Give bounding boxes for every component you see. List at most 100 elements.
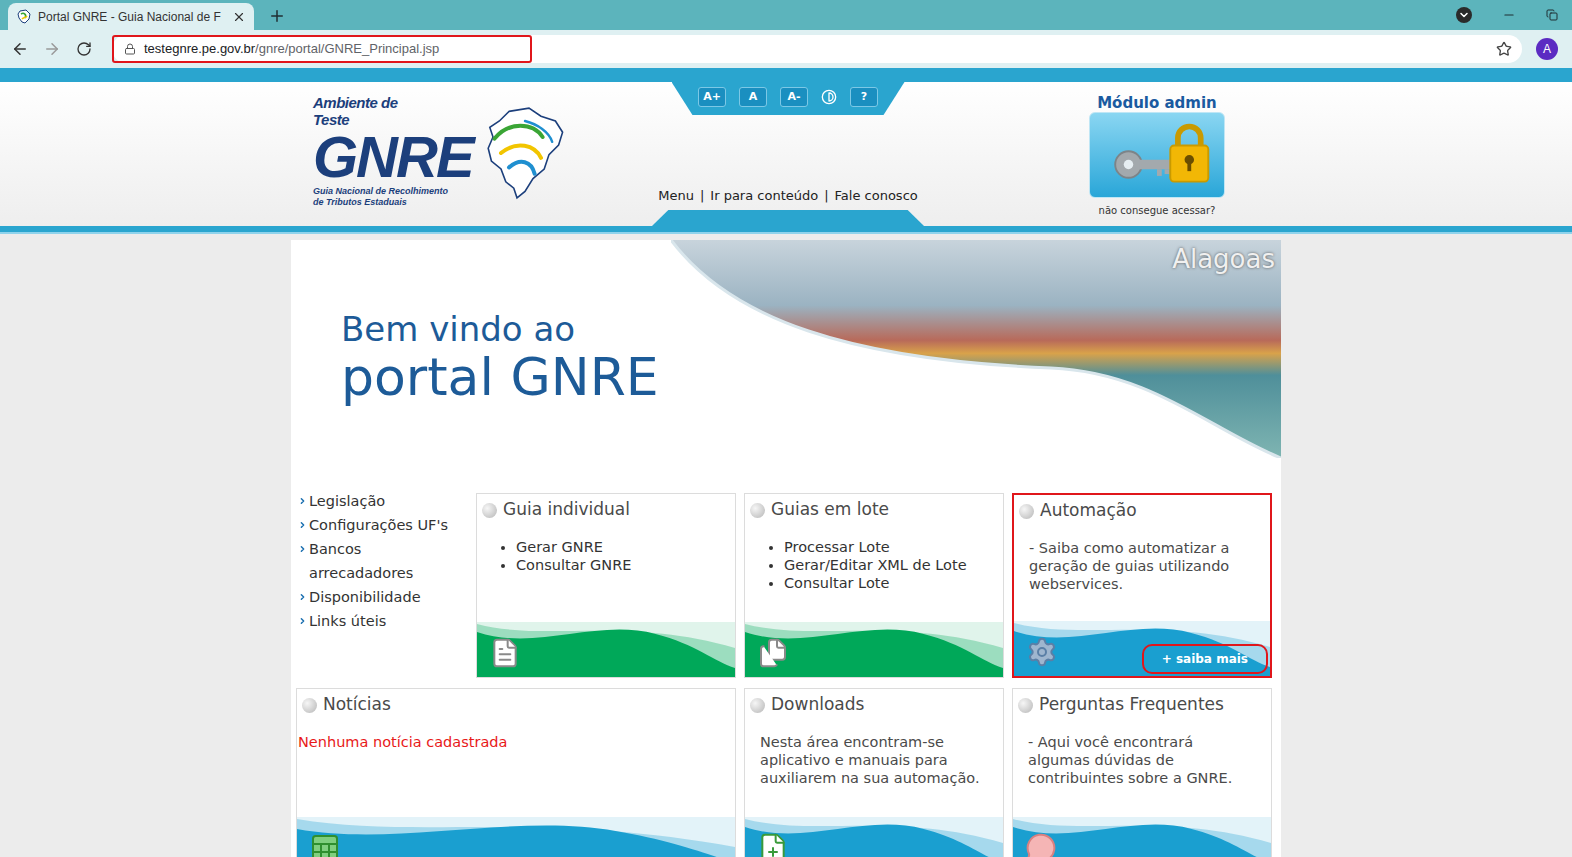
card-title: Automação [1014,495,1270,527]
sidebar: LegislaçãoConfigurações UF'sBancos arrec… [296,489,468,633]
card-links: Processar LoteGerar/Editar XML de LoteCo… [745,526,1003,592]
main-container: Bem vindo aoportal GNREAlagoas Legislação… [291,240,1281,857]
card-body: Processar LoteGerar/Editar XML de LoteCo… [745,526,1003,622]
card-icon [1025,830,1057,857]
card-text: Nesta área encontram-se aplicativo e man… [745,721,1003,787]
card-title: Guias em lote [745,494,1003,526]
key-lock-icon [1097,117,1217,193]
banner: Bem vindo aoportal GNREAlagoas [291,240,1281,458]
help-button[interactable]: ? [850,87,878,107]
sidebar-item[interactable]: Disponibilidade [298,585,468,609]
card-icon [757,635,789,671]
font-size-button[interactable]: A [739,87,767,107]
chevron-icon [298,592,307,602]
restore-icon[interactable] [1546,9,1558,21]
wave-decoration [297,817,735,857]
contrast-icon[interactable] [821,89,837,105]
chevron-icon [298,616,307,626]
address-bar: testegnre.pe.gov.br/gnre/portal/GNRE_Pri… [0,30,1572,68]
font-size-button[interactable]: A+ [698,87,726,107]
nav-separator: | [700,188,704,204]
brazil-map-icon [485,94,565,212]
card-icon [757,830,789,857]
sidebar-item[interactable]: Configurações UF's [298,513,468,537]
card: Automação- Saiba como automatizar a gera… [1012,493,1272,678]
close-tab-icon[interactable] [232,10,246,24]
site-header: Ambiente deTesteGNREGuia Nacional de Rec… [0,82,1572,226]
card: Guia individualGerar GNREConsultar GNRE [476,493,736,678]
nav-link[interactable]: Ir para conteúdo [710,188,818,204]
sidebar-item[interactable]: Legislação [298,489,468,513]
card-body: Gerar GNREConsultar GNRE [477,526,735,622]
bookmark-star-icon[interactable] [1496,41,1512,57]
minimize-icon[interactable] [1502,8,1516,22]
font-size-button[interactable]: A- [780,87,808,107]
card-footer [745,817,1003,857]
lock-icon [124,43,136,55]
content: LegislaçãoConfigurações UF'sBancos arrec… [291,458,1281,857]
profile-avatar[interactable]: A [1536,38,1558,60]
card: DownloadsNesta área encontram-se aplicat… [744,688,1004,857]
omnibox[interactable]: testegnre.pe.gov.br/gnre/portal/GNRE_Pri… [112,35,1522,63]
admin-module[interactable]: Módulo adminnão consegue acessar? [1089,94,1225,226]
chevron-icon [298,544,307,554]
admin-help-link[interactable]: não consegue acessar? [1099,205,1216,217]
card-body: - Saiba como automatizar a geração de gu… [1014,527,1270,621]
card-text: - Aqui você encontrará algumas dúvidas d… [1013,721,1271,787]
url-field[interactable]: testegnre.pe.gov.br/gnre/portal/GNRE_Pri… [112,35,532,63]
bullet-icon [302,698,317,713]
banner-photo: Alagoas [671,240,1281,458]
favicon-icon [16,9,32,25]
logo-name: GNRE [313,128,485,186]
new-tab-icon[interactable] [268,7,286,25]
card-body: Nenhuma notícia cadastrada [297,721,735,817]
card-icon [489,635,521,671]
card-footer [1013,817,1271,857]
card-link[interactable]: Gerar/Editar XML de Lote [784,556,997,574]
bullet-icon [1019,504,1034,519]
forward-icon[interactable] [38,40,66,58]
tab-title: Portal GNRE - Guia Nacional de F [38,8,226,26]
card-link[interactable]: Consultar GNRE [516,556,729,574]
card-footer: + saiba mais [1014,621,1270,676]
accessibility-bar: A+ A A-? [672,82,905,115]
back-icon[interactable] [6,40,34,58]
sidebar-item[interactable]: Links úteis [298,609,468,633]
card-title: Downloads [745,689,1003,721]
bullet-icon [750,503,765,518]
nav-group: Menu | Ir para conteúdo | Fale conosco [652,188,924,226]
card-icon [309,830,341,857]
card: NotíciasNenhuma notícia cadastrada [296,688,736,857]
browser-window: Portal GNRE - Guia Nacional de F testegnr… [0,0,1572,857]
sidebar-item[interactable]: Bancos arrecadadores [298,537,468,585]
nav-separator: | [824,188,828,204]
card-alert: Nenhuma notícia cadastrada [297,721,735,751]
card-body: - Aqui você encontrará algumas dúvidas d… [1013,721,1271,817]
card-title: Perguntas Frequentes [1013,689,1271,721]
tab-search-icon[interactable] [1456,7,1472,23]
reload-icon[interactable] [70,41,98,57]
header-bottom-line [0,226,1572,234]
card-link[interactable]: Consultar Lote [784,574,997,592]
card-link[interactable]: Gerar GNRE [516,538,729,556]
card-links: Gerar GNREConsultar GNRE [477,526,735,574]
card-icon [1026,634,1058,670]
bullet-icon [750,698,765,713]
card-footer [745,622,1003,677]
nav-swoosh [652,210,924,226]
nav-link[interactable]: Fale conosco [835,188,918,204]
admin-button[interactable] [1089,112,1225,198]
browser-tab[interactable]: Portal GNRE - Guia Nacional de F [8,3,254,30]
card-footer [477,622,735,677]
card-link[interactable]: Processar Lote [784,538,997,556]
logo[interactable]: Ambiente deTesteGNREGuia Nacional de Rec… [313,94,638,212]
nav-link[interactable]: Menu [658,188,694,204]
card: Perguntas Frequentes- Aqui você encontra… [1012,688,1272,857]
top-strip [0,68,1572,82]
more-link[interactable]: + saiba mais [1142,644,1268,674]
window-controls [1456,7,1558,23]
content-row: NotíciasNenhuma notícia cadastradaDownlo… [296,688,1276,857]
logo-environment: Ambiente deTeste [313,94,485,128]
chevron-icon [298,496,307,506]
card-footer [297,817,735,857]
